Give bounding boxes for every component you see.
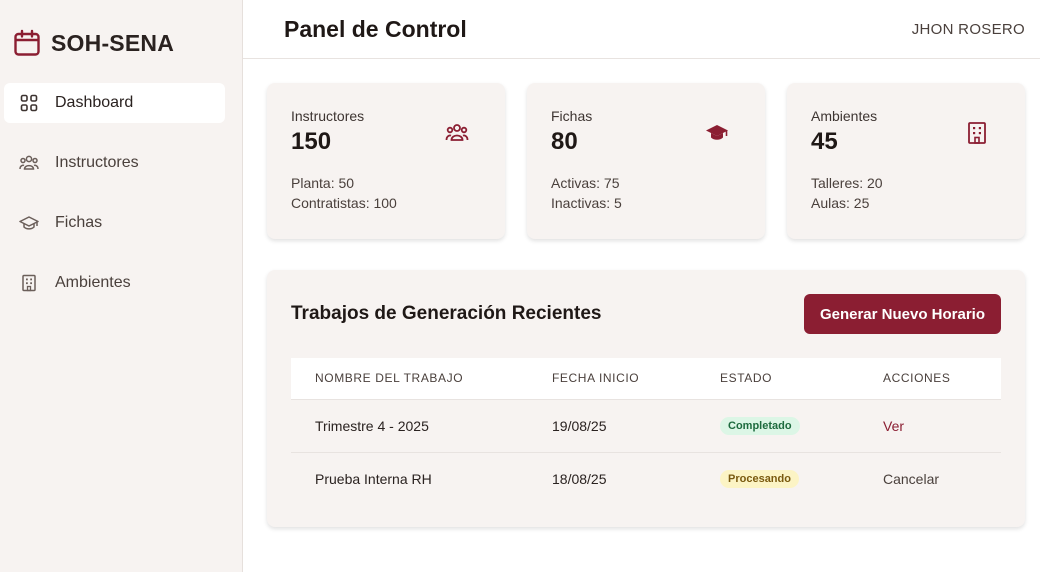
stat-card-instructores: Instructores 150 Planta: 50 Contratistas… <box>267 83 505 239</box>
stat-card-ambientes: Ambientes 45 Talleres: 20 Aulas: 25 <box>787 83 1025 239</box>
job-date: 18/08/25 <box>552 470 607 487</box>
stat-detail-line: Contratistas: 100 <box>291 195 397 211</box>
stat-detail-line: Talleres: 20 <box>811 175 883 191</box>
stat-detail-line: Activas: 75 <box>551 175 620 191</box>
stat-details: Planta: 50 Contratistas: 100 <box>291 173 481 213</box>
view-job-link[interactable]: Ver <box>883 418 904 434</box>
graduation-cap-icon <box>19 213 39 233</box>
table-row: Trimestre 4 - 2025 19/08/25 Completado V… <box>291 399 1001 452</box>
table-header-row: NOMBRE DEL TRABAJO FECHA INICIO ESTADO A… <box>291 358 1001 400</box>
sidebar-item-dashboard[interactable]: Dashboard <box>4 83 225 123</box>
stat-details: Talleres: 20 Aulas: 25 <box>811 173 1001 213</box>
sidebar-item-label: Fichas <box>55 214 103 231</box>
sidebar-item-label: Instructores <box>55 154 139 171</box>
recent-jobs-panel: Trabajos de Generación Recientes Generar… <box>267 270 1025 527</box>
status-badge: Procesando <box>720 470 799 489</box>
panel-title: Trabajos de Generación Recientes <box>291 303 602 324</box>
building-icon <box>968 122 986 144</box>
job-date: 19/08/25 <box>552 417 607 434</box>
calendar-icon <box>14 29 40 56</box>
sidebar-item-label: Ambientes <box>55 274 131 291</box>
graduation-cap-icon <box>706 125 728 140</box>
status-badge: Completado <box>720 417 800 435</box>
cancel-job-link[interactable]: Cancelar <box>883 471 939 487</box>
page-title: Panel de Control <box>284 15 467 42</box>
stat-detail-line: Planta: 50 <box>291 175 355 191</box>
stat-details: Activas: 75 Inactivas: 5 <box>551 173 741 213</box>
users-icon <box>445 124 469 141</box>
sidebar-item-fichas[interactable]: Fichas <box>4 203 225 243</box>
job-name: Prueba Interna RH <box>315 470 432 487</box>
stat-card-fichas: Fichas 80 Activas: 75 Inactivas: 5 <box>527 83 765 239</box>
dashboard-content: Instructores 150 Planta: 50 Contratistas… <box>243 59 1040 527</box>
stats-cards: Instructores 150 Planta: 50 Contratistas… <box>267 83 1025 239</box>
column-header-status[interactable]: ESTADO <box>696 358 859 400</box>
building-icon <box>19 273 39 293</box>
grid-icon <box>19 93 39 113</box>
column-header-actions: ACCIONES <box>859 358 1001 400</box>
main-area: Panel de Control JHON ROSERO Instructore… <box>243 0 1040 572</box>
table-row: Prueba Interna RH 18/08/25 Procesando Ca… <box>291 452 1001 505</box>
users-icon <box>19 153 39 173</box>
generate-schedule-button[interactable]: Generar Nuevo Horario <box>803 294 1001 334</box>
column-header-date[interactable]: FECHA INICIO <box>528 358 696 400</box>
sidebar-item-label: Dashboard <box>55 94 134 111</box>
sidebar: SOH-SENA Dashboard Instructores Fichas A… <box>0 0 243 572</box>
sidebar-item-ambientes[interactable]: Ambientes <box>4 263 225 303</box>
user-name[interactable]: JHON ROSERO <box>912 21 1025 38</box>
job-name: Trimestre 4 - 2025 <box>315 417 429 434</box>
stat-detail-line: Inactivas: 5 <box>551 195 622 211</box>
column-header-name[interactable]: NOMBRE DEL TRABAJO <box>291 358 528 400</box>
topbar: Panel de Control JHON ROSERO <box>243 0 1040 59</box>
sidebar-item-instructores[interactable]: Instructores <box>4 143 225 183</box>
jobs-table: NOMBRE DEL TRABAJO FECHA INICIO ESTADO A… <box>291 358 1001 505</box>
panel-header: Trabajos de Generación Recientes Generar… <box>291 294 1001 334</box>
brand[interactable]: SOH-SENA <box>0 26 242 60</box>
stat-detail-line: Aulas: 25 <box>811 195 870 211</box>
brand-name: SOH-SENA <box>51 29 175 56</box>
app-root: SOH-SENA Dashboard Instructores Fichas A… <box>0 0 1040 572</box>
